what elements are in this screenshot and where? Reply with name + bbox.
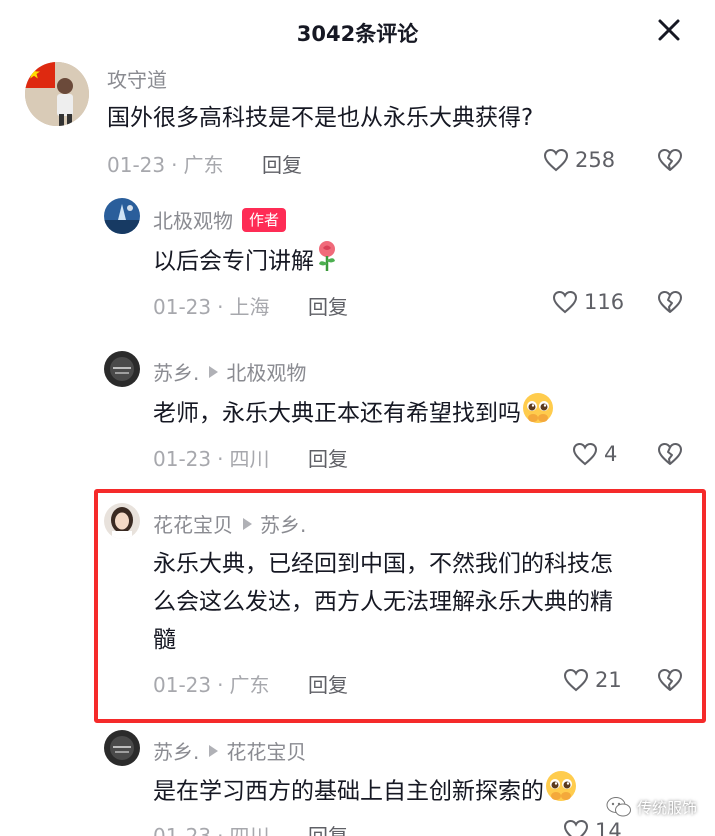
comment-text: 国外很多高科技是不是也从永乐大典获得? [107,105,534,131]
like-button[interactable]: 21 [563,668,622,692]
reply-to-username[interactable]: 花花宝贝 [226,736,306,765]
comment-meta: 01-23 · 上海 [153,295,270,319]
heart-icon [572,442,598,466]
comment-meta: 01-23 · 四川 [153,447,270,471]
comment-text: 以后会专门讲解 [153,240,340,284]
reply-arrow-icon [209,744,219,757]
reply-button[interactable]: 回复 [308,443,348,472]
pleading-face-emoji-icon [521,392,555,436]
heart-icon [563,668,589,692]
heart-icon [543,148,569,172]
broken-heart-icon[interactable] [657,290,683,318]
comment-username[interactable]: 花花宝贝 苏乡. [153,509,306,538]
broken-heart-icon[interactable] [657,668,683,696]
avatar[interactable] [25,62,89,126]
comment-text: 老师，永乐大典正本还有希望找到吗 [153,392,555,436]
watermark-text: 传统服饰 [636,798,697,817]
like-button[interactable]: 14 [563,819,622,836]
comment-username[interactable]: 苏乡. 花花宝贝 [153,736,306,765]
comment-username[interactable]: 北极观物 作者 [153,205,287,234]
like-count: 14 [595,819,622,836]
broken-heart-icon[interactable] [657,148,683,176]
reply-arrow-icon [243,517,252,530]
like-count: 116 [584,290,625,314]
comment-username[interactable]: 苏乡. 北极观物 [153,357,306,386]
reply-to-username[interactable]: 北极观物 [226,357,306,386]
comment-count-title: 3042条评论 [296,22,419,46]
close-icon[interactable] [653,14,685,46]
reply-button[interactable]: 回复 [308,669,348,698]
wechat-icon [606,797,631,817]
reply-to-username[interactable]: 苏乡. [260,509,306,538]
watermark: 传统服饰 [606,796,697,818]
comment-meta: 01-23 · 广东 [107,153,224,177]
avatar[interactable] [104,503,140,539]
comment-text: 是在学习西方的基础上自主创新探索的 [153,770,578,814]
comment-text: 永乐大典，已经回到中国，不然我们的科技怎 么会这么发达，西方人无法理解永乐大典的… [153,551,613,653]
comment-meta: 01-23 · 四川 [153,824,270,836]
pleading-face-emoji-icon [544,770,578,814]
reply-arrow-icon [209,365,219,378]
reply-button[interactable]: 回复 [308,291,348,320]
like-button[interactable]: 258 [543,148,615,172]
reply-button[interactable]: 回复 [308,820,348,836]
comment-username[interactable]: 攻守道 [107,64,167,93]
like-count: 21 [595,668,622,692]
comments-header: 3042条评论 [0,0,715,62]
like-button[interactable]: 116 [552,290,624,314]
author-badge: 作者 [242,207,287,232]
heart-icon [552,290,578,314]
like-count: 258 [575,148,616,172]
rose-emoji-icon [314,240,340,284]
avatar[interactable] [104,730,140,766]
avatar[interactable] [104,351,140,387]
like-count: 4 [604,442,618,466]
like-button[interactable]: 4 [572,442,617,466]
comment-meta: 01-23 · 广东 [153,673,270,697]
heart-icon [563,819,589,836]
reply-button[interactable]: 回复 [262,149,302,178]
avatar[interactable] [104,198,140,234]
broken-heart-icon[interactable] [657,442,683,470]
